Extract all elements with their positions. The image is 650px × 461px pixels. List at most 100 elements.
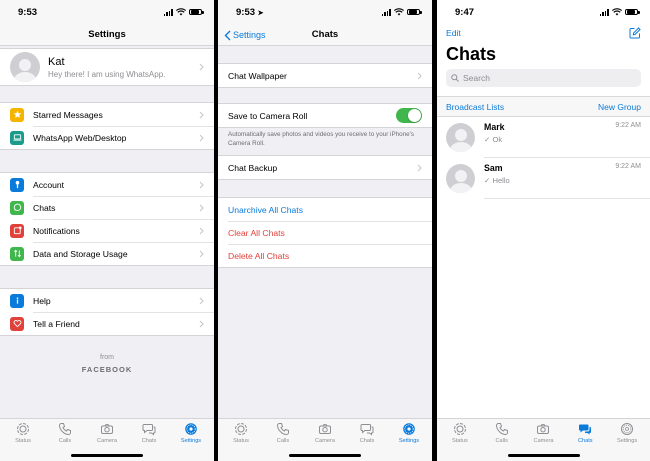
broadcast-lists-link[interactable]: Broadcast Lists xyxy=(446,102,504,112)
tab-settings[interactable]: Settings xyxy=(388,419,430,461)
nav-bar: Settings xyxy=(0,24,214,46)
heart-icon xyxy=(10,316,24,331)
status-icon xyxy=(235,423,247,435)
home-indicator[interactable] xyxy=(507,454,580,457)
chevron-right-icon xyxy=(199,297,204,305)
chevron-right-icon xyxy=(199,63,204,71)
row-label: Chat Wallpaper xyxy=(228,70,287,81)
camera-icon xyxy=(101,424,113,434)
chats-screen: 9:47 Edit Chats Search Broadcast Lists N… xyxy=(437,0,650,461)
system-indicators xyxy=(381,8,422,16)
status-time: 9:47 xyxy=(455,6,475,18)
battery-icon xyxy=(189,8,204,16)
status-time: 9:53 ➤ xyxy=(236,6,264,18)
tab-settings[interactable]: Settings xyxy=(606,419,648,461)
clear-all-button[interactable]: Clear All Chats xyxy=(218,221,432,244)
compose-icon[interactable] xyxy=(629,27,641,39)
backup-group: Chat Backup xyxy=(218,155,432,180)
gear-icon xyxy=(185,423,197,435)
row-label: Tell a Friend xyxy=(33,318,80,329)
profile-name: Kat xyxy=(48,55,65,68)
wallpaper-group: Chat Wallpaper xyxy=(218,63,432,88)
new-group-link[interactable]: New Group xyxy=(598,102,641,112)
camera-roll-group: Save to Camera Roll xyxy=(218,103,432,128)
edit-button[interactable]: Edit xyxy=(446,28,461,38)
signal-icon xyxy=(163,8,173,16)
tab-label: Calls xyxy=(495,438,508,444)
tab-label: Settings xyxy=(616,438,638,444)
status-bar: 9:47 xyxy=(437,0,650,24)
row-label: Chat Backup xyxy=(228,162,278,173)
chat-row[interactable]: Mark 9:22 AM ✓ Ok xyxy=(437,117,650,158)
settings-group-1: Starred Messages WhatsApp Web/Desktop xyxy=(0,102,214,150)
save-camera-roll-toggle[interactable] xyxy=(396,108,422,123)
signal-icon xyxy=(599,8,609,16)
tab-status[interactable]: Status xyxy=(2,419,44,461)
whatsapp-icon xyxy=(10,200,24,215)
search-icon xyxy=(451,74,459,82)
starred-messages-row[interactable]: Starred Messages xyxy=(0,103,214,126)
avatar xyxy=(446,123,475,152)
delete-all-button[interactable]: Delete All Chats xyxy=(218,244,432,267)
phone-icon xyxy=(58,423,71,436)
back-button[interactable]: Settings xyxy=(224,24,266,46)
chat-name: Mark xyxy=(484,122,505,132)
save-note: Automatically save photos and videos you… xyxy=(228,131,415,147)
search-placeholder: Search xyxy=(463,73,490,83)
chats-row[interactable]: Chats xyxy=(0,196,214,219)
facebook-brand: FACEBOOK xyxy=(81,365,133,374)
chevron-right-icon xyxy=(417,164,422,172)
chats-icon xyxy=(142,424,156,436)
camera-icon xyxy=(537,424,550,434)
tab-label: Chats xyxy=(141,438,157,444)
tab-settings[interactable]: Settings xyxy=(170,419,212,461)
row-label: Starred Messages xyxy=(33,109,103,120)
account-row[interactable]: Account xyxy=(0,173,214,196)
chevron-right-icon xyxy=(417,72,422,80)
key-icon xyxy=(10,177,24,192)
chat-last-message: ✓ Hello xyxy=(484,176,510,185)
chat-time: 9:22 AM xyxy=(615,122,641,129)
row-label: Save to Camera Roll xyxy=(228,110,308,121)
chevron-right-icon xyxy=(199,204,204,212)
tell-friend-row[interactable]: Tell a Friend xyxy=(0,312,214,335)
search-input[interactable]: Search xyxy=(446,69,641,87)
star-icon xyxy=(10,107,24,122)
tab-status[interactable]: Status xyxy=(220,419,262,461)
location-icon: ➤ xyxy=(257,9,264,17)
chats-settings-screen: 9:53 ➤ Settings Chats Chat Wallpaper Sav… xyxy=(218,0,432,461)
row-label: Account xyxy=(33,179,65,190)
chevron-right-icon xyxy=(199,227,204,235)
whatsapp-web-row[interactable]: WhatsApp Web/Desktop xyxy=(0,126,214,149)
chat-wallpaper-row[interactable]: Chat Wallpaper xyxy=(218,64,432,87)
tab-label: Chats xyxy=(577,438,593,444)
data-storage-row[interactable]: Data and Storage Usage xyxy=(0,242,214,265)
settings-screen: 9:53 Settings Kat Hey there! I am using … xyxy=(0,0,214,461)
unarchive-all-button[interactable]: Unarchive All Chats xyxy=(218,198,432,221)
chevron-right-icon xyxy=(199,250,204,258)
chat-row[interactable]: Sam 9:22 AM ✓ Hello xyxy=(437,158,650,199)
settings-group-3: Help Tell a Friend xyxy=(0,288,214,336)
home-indicator[interactable] xyxy=(71,454,143,457)
settings-group-2: Account Chats Notifications Data and Sto… xyxy=(0,172,214,266)
chevron-right-icon xyxy=(199,181,204,189)
tab-label: Calls xyxy=(58,438,72,444)
info-icon xyxy=(10,293,24,308)
gear-icon xyxy=(621,423,634,435)
profile-status: Hey there! I am using WhatsApp. xyxy=(48,69,166,79)
chat-backup-row[interactable]: Chat Backup xyxy=(218,156,432,179)
wifi-icon xyxy=(176,8,186,16)
profile-row[interactable]: Kat Hey there! I am using WhatsApp. xyxy=(0,48,214,86)
tab-status[interactable]: Status xyxy=(439,419,481,461)
chevron-right-icon xyxy=(199,320,204,328)
chats-icon xyxy=(360,424,374,436)
help-row[interactable]: Help xyxy=(0,289,214,312)
status-time: 9:53 xyxy=(18,6,38,18)
tab-label: Camera xyxy=(533,438,554,444)
system-indicators xyxy=(163,8,204,16)
page-title: Chats xyxy=(446,44,497,64)
save-camera-roll-row: Save to Camera Roll xyxy=(218,104,432,127)
home-indicator[interactable] xyxy=(289,454,361,457)
tab-label: Calls xyxy=(276,438,290,444)
notifications-row[interactable]: Notifications xyxy=(0,219,214,242)
